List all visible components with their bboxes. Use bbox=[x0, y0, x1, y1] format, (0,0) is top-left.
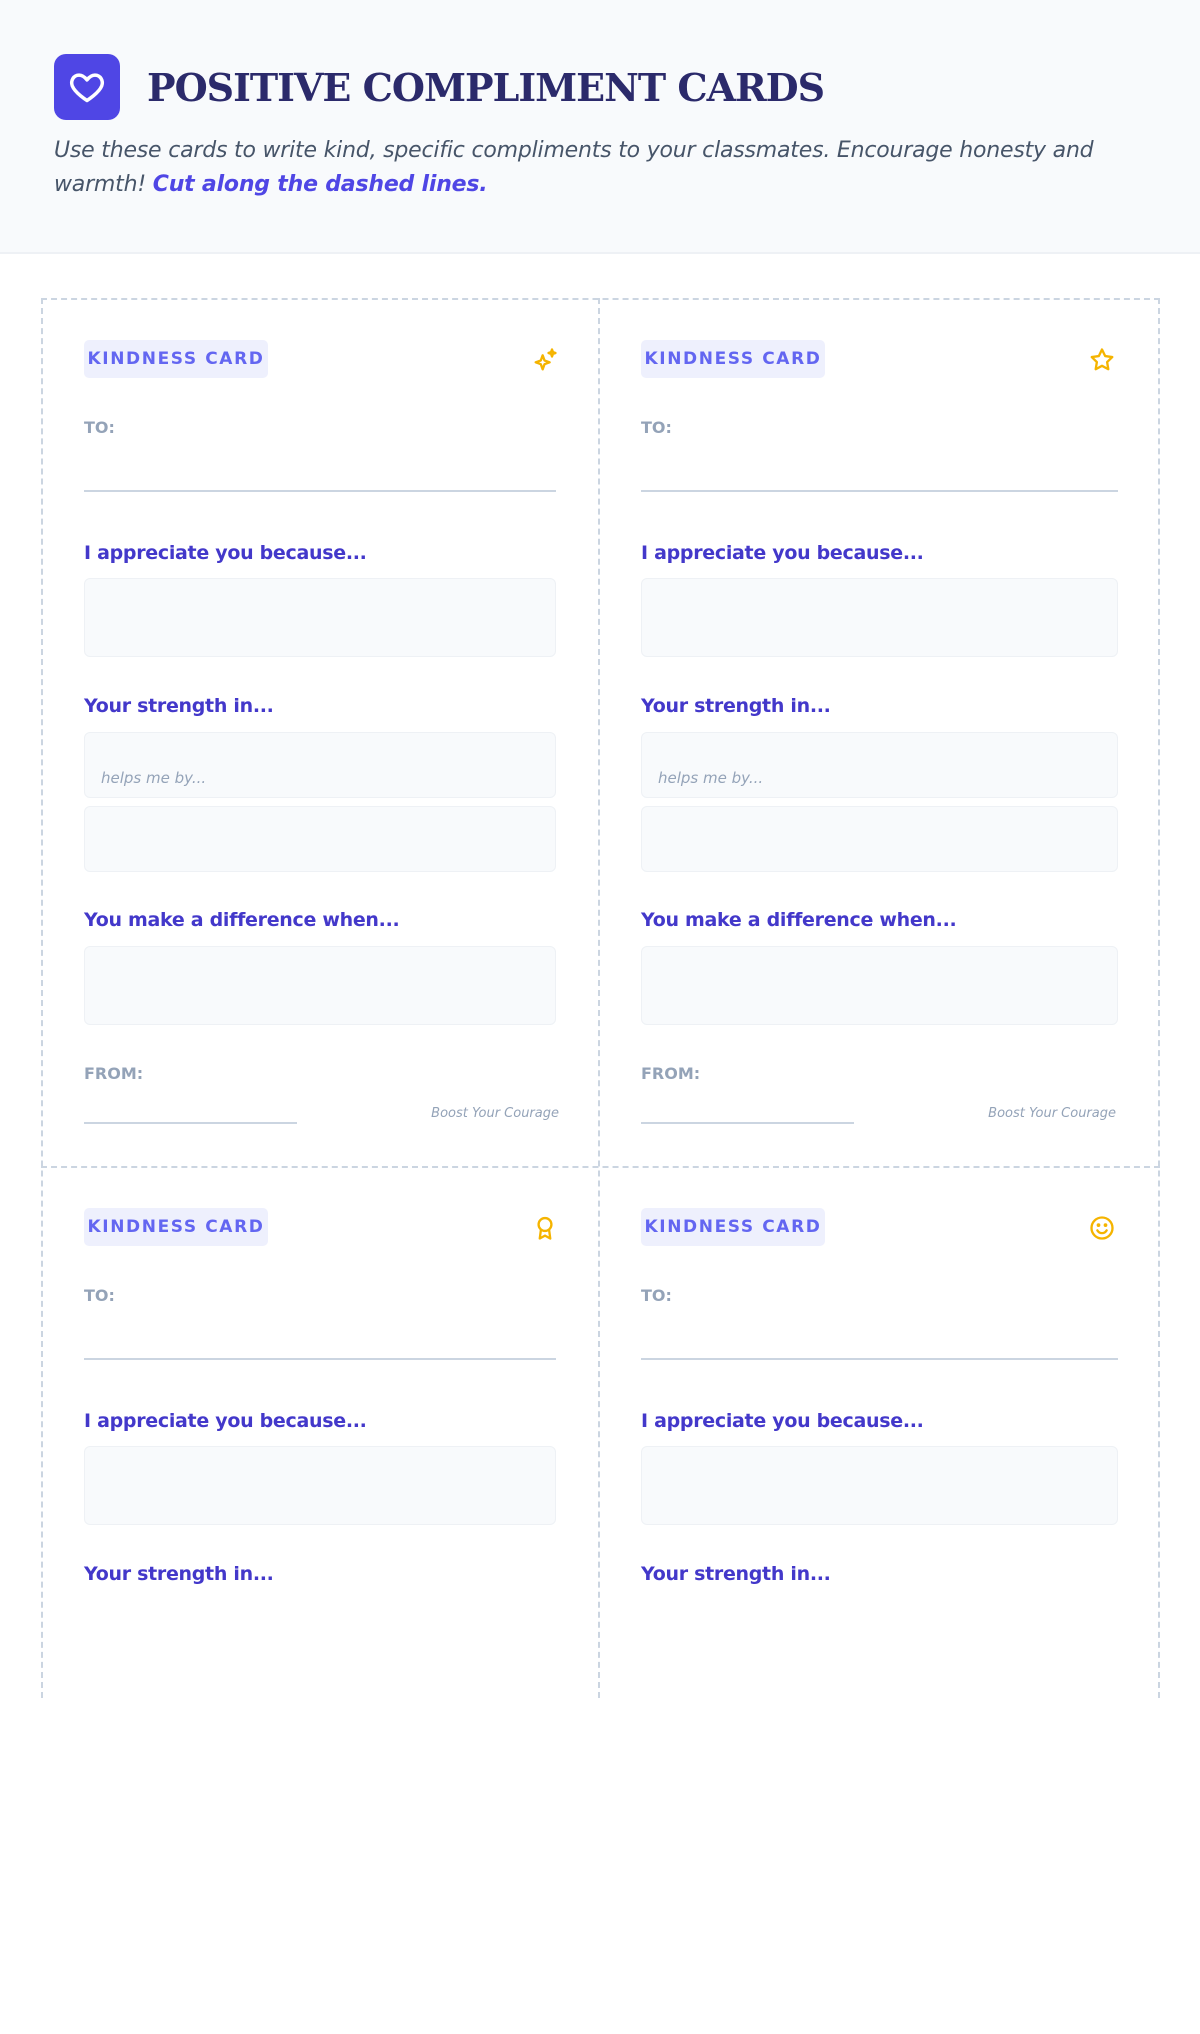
card-footnote: Boost Your Courage bbox=[431, 1106, 559, 1121]
to-write-line[interactable] bbox=[84, 490, 556, 492]
worksheet-header: POSITIVE COMPLIMENT CARDS Use these card… bbox=[0, 0, 1200, 254]
appreciate-prompt: I appreciate you because... bbox=[641, 542, 924, 564]
cut-line-middle bbox=[598, 298, 600, 1698]
heart-icon bbox=[70, 73, 104, 103]
appreciate-write-box[interactable] bbox=[641, 578, 1118, 657]
to-write-line[interactable] bbox=[84, 1358, 556, 1360]
card-badge: KINDNESS CARD bbox=[84, 340, 268, 378]
smile-icon bbox=[1090, 1216, 1114, 1240]
appreciate-prompt: I appreciate you because... bbox=[84, 1410, 367, 1432]
from-label: FROM: bbox=[641, 1064, 701, 1083]
appreciate-write-box[interactable] bbox=[641, 1446, 1118, 1525]
sparkles-icon bbox=[534, 348, 557, 371]
difference-prompt: You make a difference when... bbox=[641, 909, 957, 931]
strength-detail-box[interactable] bbox=[641, 806, 1118, 872]
strength-write-box[interactable]: helps me by... bbox=[641, 732, 1118, 798]
from-write-line[interactable] bbox=[84, 1122, 297, 1124]
difference-write-box[interactable] bbox=[641, 946, 1118, 1025]
from-label: FROM: bbox=[84, 1064, 144, 1083]
compliment-card: KINDNESS CARD TO: I appreciate you becau… bbox=[41, 1166, 599, 2034]
to-label: TO: bbox=[84, 1286, 115, 1305]
instructions: Use these cards to write kind, specific … bbox=[54, 134, 1154, 202]
cut-line-left bbox=[41, 298, 43, 1698]
strength-prompt: Your strength in... bbox=[84, 1563, 274, 1585]
from-write-line[interactable] bbox=[641, 1122, 854, 1124]
card-footnote: Boost Your Courage bbox=[988, 1106, 1116, 1121]
to-write-line[interactable] bbox=[641, 1358, 1118, 1360]
difference-prompt: You make a difference when... bbox=[84, 909, 400, 931]
award-ribbon-icon bbox=[537, 1216, 553, 1240]
cut-line-top bbox=[41, 298, 1160, 300]
to-label: TO: bbox=[641, 418, 672, 437]
strength-prompt: Your strength in... bbox=[641, 1563, 831, 1585]
star-icon bbox=[1090, 348, 1114, 371]
strength-detail-box[interactable] bbox=[84, 806, 556, 872]
appreciate-prompt: I appreciate you because... bbox=[84, 542, 367, 564]
to-label: TO: bbox=[641, 1286, 672, 1305]
logo-badge bbox=[54, 54, 120, 120]
strength-prompt: Your strength in... bbox=[84, 695, 274, 717]
appreciate-write-box[interactable] bbox=[84, 578, 556, 657]
to-write-line[interactable] bbox=[641, 490, 1118, 492]
strength-hint: helps me by... bbox=[101, 769, 207, 787]
compliment-card: KINDNESS CARD TO: I appreciate you becau… bbox=[41, 298, 599, 1166]
strength-hint: helps me by... bbox=[658, 769, 764, 787]
compliment-card: KINDNESS CARD TO: I appreciate you becau… bbox=[598, 298, 1156, 1166]
strength-write-box[interactable]: helps me by... bbox=[84, 732, 556, 798]
card-badge: KINDNESS CARD bbox=[641, 1208, 825, 1246]
appreciate-prompt: I appreciate you because... bbox=[641, 1410, 924, 1432]
cut-line-right bbox=[1158, 298, 1160, 1698]
card-grid: KINDNESS CARD TO: I appreciate you becau… bbox=[41, 298, 1160, 1698]
difference-write-box[interactable] bbox=[84, 946, 556, 1025]
compliment-card: KINDNESS CARD TO: I appreciate you becau… bbox=[598, 1166, 1156, 2034]
page-title: POSITIVE COMPLIMENT CARDS bbox=[147, 65, 825, 110]
appreciate-write-box[interactable] bbox=[84, 1446, 556, 1525]
instructions-emphasis: Cut along the dashed lines. bbox=[152, 172, 488, 197]
cut-line-center bbox=[41, 1166, 1160, 1168]
card-badge: KINDNESS CARD bbox=[84, 1208, 268, 1246]
strength-prompt: Your strength in... bbox=[641, 695, 831, 717]
card-badge: KINDNESS CARD bbox=[641, 340, 825, 378]
to-label: TO: bbox=[84, 418, 115, 437]
